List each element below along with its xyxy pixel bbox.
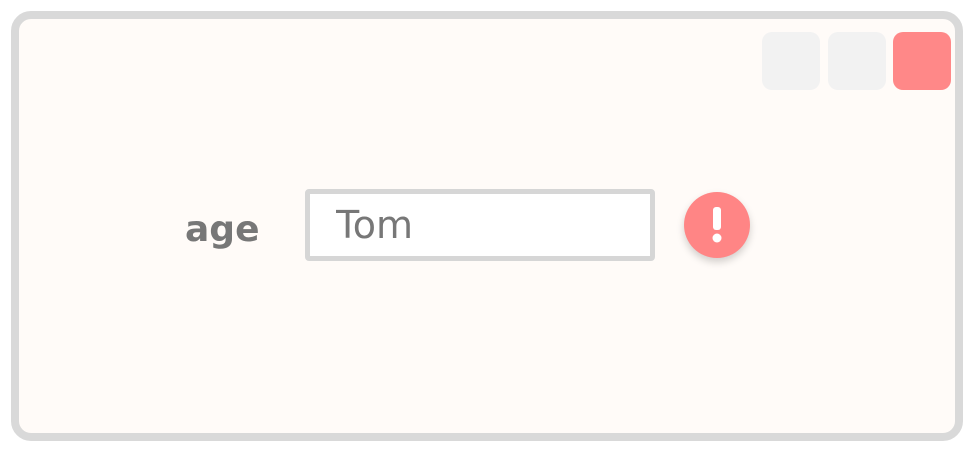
maximize-button[interactable] <box>828 32 886 90</box>
minimize-button[interactable] <box>762 32 820 90</box>
age-input[interactable] <box>305 189 655 261</box>
exclamation-icon <box>684 192 750 258</box>
dialog-window: age <box>11 11 963 441</box>
age-label: age <box>185 209 260 250</box>
close-button[interactable] <box>893 32 951 90</box>
